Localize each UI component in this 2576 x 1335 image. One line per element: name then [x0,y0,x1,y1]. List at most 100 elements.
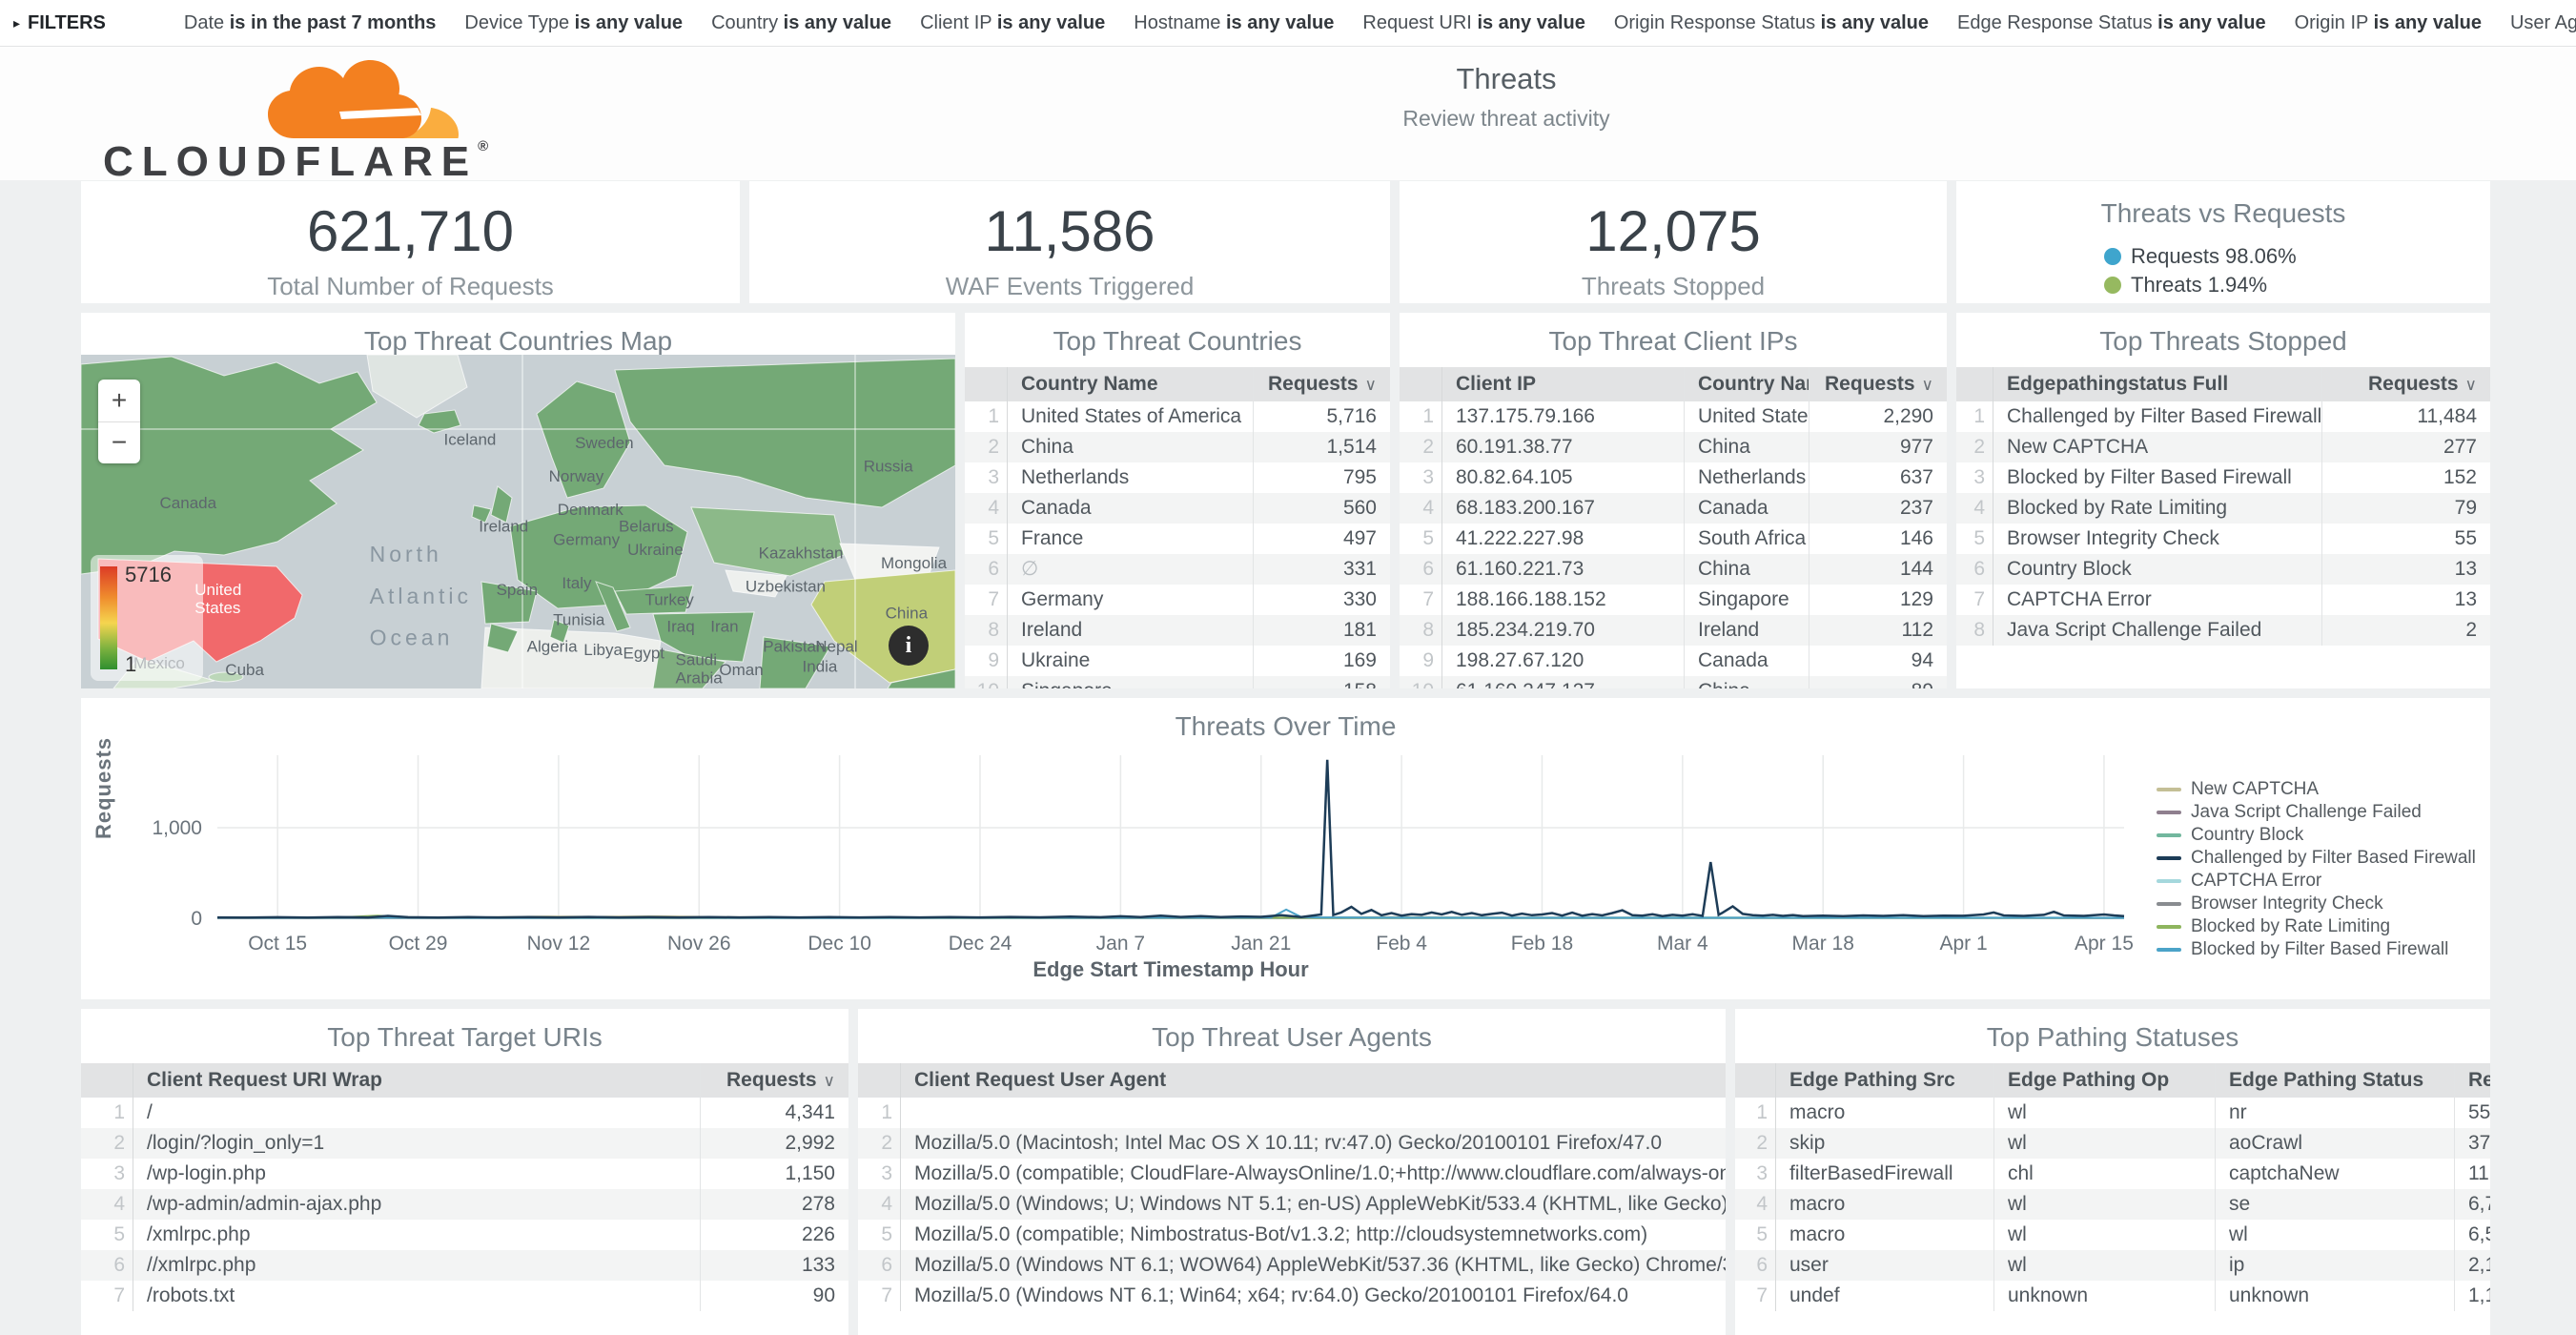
table-row[interactable]: 8185.234.219.70Ireland112 [1400,615,1947,646]
zoom-in-button[interactable]: + [98,380,140,422]
table-cell[interactable]: 61.160.221.73 [1442,554,1684,585]
filter-item-user-agent[interactable]: User Agent is any value [2510,12,2576,34]
table-row[interactable]: 1 [858,1098,1726,1128]
table-cell[interactable]: 185.234.219.70 [1442,615,1684,646]
table-cell[interactable]: Netherlands [1008,462,1253,493]
table-cell[interactable]: skip [1776,1128,1993,1159]
table-cell[interactable]: China [1684,554,1809,585]
table-cell[interactable]: 1,514 [1253,432,1390,462]
map-info-button[interactable]: i [889,626,929,666]
column-header-edge-pathing-op[interactable]: Edge Pathing Op [1993,1063,2215,1098]
table-row[interactable]: 6//xmlrpc.php133 [81,1250,848,1281]
table-row[interactable]: 5France497 [965,524,1390,554]
table-cell[interactable]: wl [1993,1250,2215,1281]
table-cell[interactable]: 278 [700,1189,848,1220]
table-cell[interactable]: wl [2215,1220,2454,1250]
table-cell[interactable]: wl [1993,1220,2215,1250]
table-row[interactable]: 7188.166.188.152Singapore129 [1400,585,1947,615]
table-cell[interactable]: New CAPTCHA [1993,432,2321,462]
column-header-requests[interactable]: Requests∨ [700,1063,848,1098]
table-cell[interactable]: aoCrawl [2215,1128,2454,1159]
table-row[interactable]: 5Browser Integrity Check55 [1956,524,2490,554]
table-cell[interactable]: 11,484 [2321,401,2490,432]
table-row[interactable]: 7/robots.txt90 [81,1281,848,1311]
table-cell[interactable]: Java Script Challenge Failed [1993,615,2321,646]
table-cell[interactable]: 637 [1809,462,1947,493]
table-row[interactable]: 8Java Script Challenge Failed2 [1956,615,2490,646]
table-row[interactable]: 7undefunknownunknown1,168 [1735,1281,2490,1311]
chart-legend-item[interactable]: Blocked by Rate Limiting [2157,917,2476,935]
table-cell[interactable]: 11,467 [2454,1159,2490,1189]
table-cell[interactable]: /robots.txt [133,1281,700,1311]
table-row[interactable]: 4Blocked by Rate Limiting79 [1956,493,2490,524]
table-cell[interactable]: CAPTCHA Error [1993,585,2321,615]
table-cell[interactable]: 94 [1809,646,1947,676]
table-cell[interactable]: macro [1776,1189,1993,1220]
table-cell[interactable]: Ukraine [1008,646,1253,676]
table-cell[interactable]: Ireland [1684,615,1809,646]
table-cell[interactable]: 146 [1809,524,1947,554]
column-header-client-ip[interactable]: Client IP [1442,367,1684,401]
table-cell[interactable]: 5,716 [1253,401,1390,432]
table-row[interactable]: 5/xmlrpc.php226 [81,1220,848,1250]
filter-item-client-ip[interactable]: Client IP is any value [920,12,1105,34]
chart-legend-item[interactable]: Challenged by Filter Based Firewall [2157,849,2476,867]
column-header-requests[interactable]: Requests∨ [2321,367,2490,401]
table-cell[interactable]: 37,834 [2454,1128,2490,1159]
table-row[interactable]: 7CAPTCHA Error13 [1956,585,2490,615]
table-row[interactable]: 2Mozilla/5.0 (Macintosh; Intel Mac OS X … [858,1128,1726,1159]
table-row[interactable]: 6Mozilla/5.0 (Windows NT 6.1; WOW64) App… [858,1250,1726,1281]
table-cell[interactable]: Country Block [1993,554,2321,585]
table-row[interactable]: 1macrowlnr554,758 [1735,1098,2490,1128]
table-cell[interactable]: 560 [1253,493,1390,524]
table-cell[interactable]: Mozilla/5.0 (Windows; U; Windows NT 5.1;… [901,1189,1726,1220]
table-cell[interactable]: ip [2215,1250,2454,1281]
table-cell[interactable]: 331 [1253,554,1390,585]
table-cell[interactable]: unknown [2215,1281,2454,1311]
table-row[interactable]: 8Ireland181 [965,615,1390,646]
table-cell[interactable]: Germany [1008,585,1253,615]
table-row[interactable]: 7Mozilla/5.0 (Windows NT 6.1; Win64; x64… [858,1281,1726,1311]
table-cell[interactable]: Mozilla/5.0 (Windows NT 6.1; Win64; x64;… [901,1281,1726,1311]
table-cell[interactable]: 1,168 [2454,1281,2490,1311]
table-cell[interactable]: Mozilla/5.0 (Windows NT 6.1; WOW64) Appl… [901,1250,1726,1281]
table-cell[interactable]: chl [1993,1159,2215,1189]
table-cell[interactable]: 68.183.200.167 [1442,493,1684,524]
table-cell[interactable]: 4,341 [700,1098,848,1128]
table-cell[interactable]: 2 [2321,615,2490,646]
table-cell[interactable]: unknown [1993,1281,2215,1311]
table-cell[interactable]: 6,595 [2454,1220,2490,1250]
table-row[interactable]: 1United States of America5,716 [965,401,1390,432]
table-row[interactable]: 4/wp-admin/admin-ajax.php278 [81,1189,848,1220]
table-cell[interactable]: Ireland [1008,615,1253,646]
world-map[interactable]: CanadaUnitedStatesMexicoCubaIcelandIrela… [81,355,955,688]
table-cell[interactable]: Netherlands [1684,462,1809,493]
table-cell[interactable]: 133 [700,1250,848,1281]
table-row[interactable]: 2/login/?login_only=12,992 [81,1128,848,1159]
table-cell[interactable]: captchaNew [2215,1159,2454,1189]
table-cell[interactable]: macro [1776,1098,1993,1128]
filter-item-hostname[interactable]: Hostname is any value [1134,12,1334,34]
column-header-requests[interactable]: Requests∨ [1253,367,1390,401]
table-cell[interactable]: 795 [1253,462,1390,493]
table-cell[interactable]: undef [1776,1281,1993,1311]
table-row[interactable]: 2China1,514 [965,432,1390,462]
table-row[interactable]: 9198.27.67.120Canada94 [1400,646,1947,676]
table-cell[interactable]: 554,758 [2454,1098,2490,1128]
table-cell[interactable]: wl [1993,1128,2215,1159]
table-cell[interactable]: wl [1993,1098,2215,1128]
table-cell[interactable]: 152 [2321,462,2490,493]
table-row[interactable]: 6Country Block13 [1956,554,2490,585]
table-row[interactable]: 3Blocked by Filter Based Firewall152 [1956,462,2490,493]
table-cell[interactable]: wl [1993,1189,2215,1220]
table-cell[interactable]: nr [2215,1098,2454,1128]
table-cell[interactable]: Challenged by Filter Based Firewall [1993,401,2321,432]
table-cell[interactable]: 41.222.227.98 [1442,524,1684,554]
table-row[interactable]: 3filterBasedFirewallchlcaptchaNew11,467 [1735,1159,2490,1189]
table-row[interactable]: 6userwlip2,107 [1735,1250,2490,1281]
table-cell[interactable]: /login/?login_only=1 [133,1128,700,1159]
table-row[interactable]: 468.183.200.167Canada237 [1400,493,1947,524]
filter-item-device-type[interactable]: Device Type is any value [464,12,683,34]
table-cell[interactable]: 158 [1253,676,1390,688]
table-cell[interactable]: ∅ [1008,554,1253,585]
